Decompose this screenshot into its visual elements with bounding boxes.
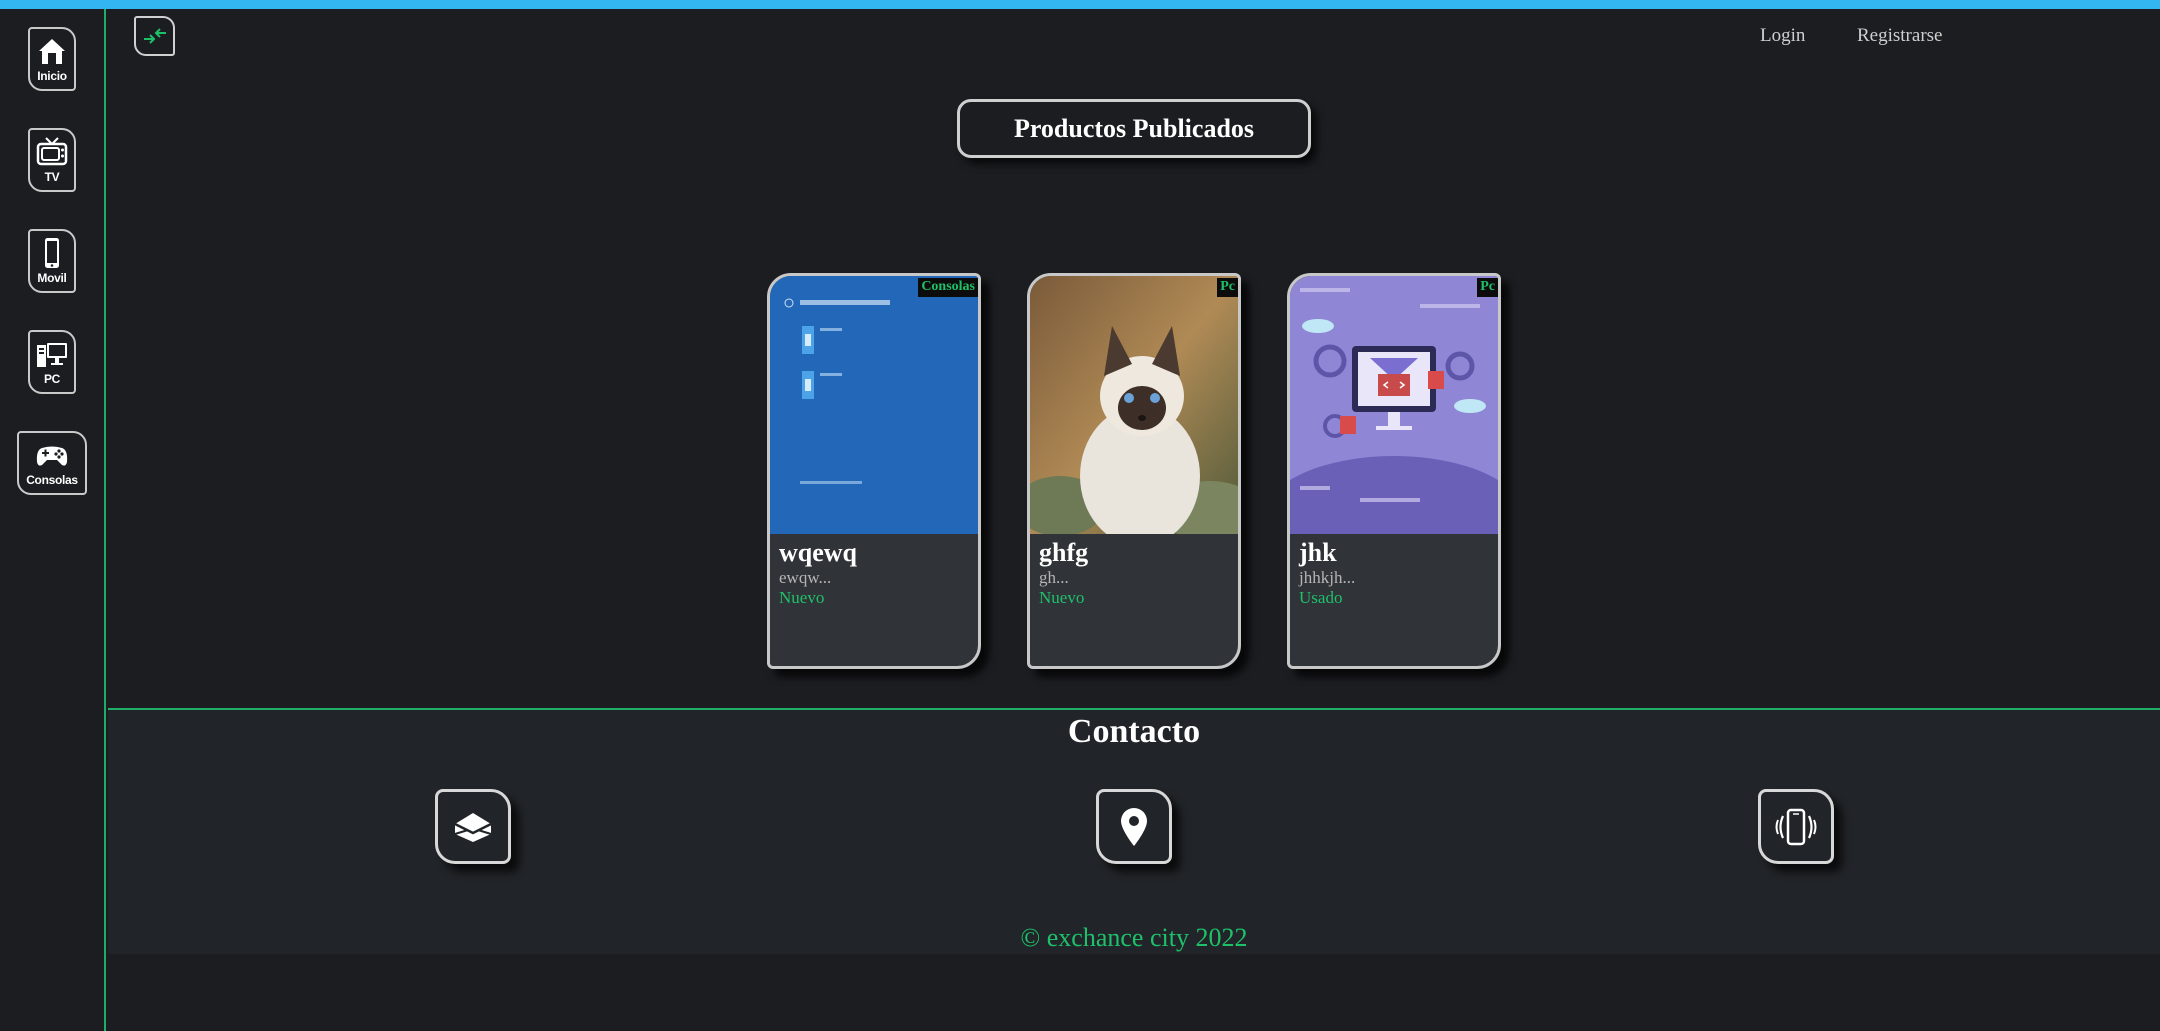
location-pin-icon	[1121, 807, 1147, 846]
tv-icon	[36, 137, 68, 166]
sidebar-item-label: PC	[43, 372, 61, 386]
product-name: wqewq	[779, 538, 858, 567]
product-condition: Usado	[1299, 588, 1343, 607]
mobile-icon	[45, 238, 59, 268]
collapse-arrows-icon	[143, 28, 166, 44]
product-name: jhk	[1299, 538, 1337, 567]
gamepad-icon	[36, 446, 68, 466]
sidebar-item-movil[interactable]: Movil	[28, 229, 76, 293]
register-link[interactable]: Registrarse	[1857, 25, 1942, 47]
phone-vibrate-icon	[1775, 808, 1817, 845]
copyright-text: © exchance city 2022	[1020, 923, 1248, 952]
product-card[interactable]: Consolas wqewq ewqw... Nuevo	[767, 273, 981, 669]
product-description: ewqw...	[779, 568, 832, 587]
category-badge: Pc	[1477, 278, 1498, 297]
sidebar-item-label: Inicio	[37, 69, 67, 83]
sidebar-item-label: Movil	[37, 271, 67, 285]
contact-title: Contacto	[1067, 713, 1201, 750]
pc-icon	[37, 343, 67, 367]
product-image	[1030, 276, 1238, 534]
sidebar-item-inicio[interactable]: Inicio	[28, 27, 76, 91]
product-image	[1290, 276, 1498, 534]
sidebar-item-label: TV	[44, 170, 60, 184]
category-badge: Consolas	[918, 278, 978, 297]
product-name: ghfg	[1039, 538, 1089, 567]
contact-footer: Contacto © exchance city 2022	[108, 708, 2160, 954]
sidebar-toggle-button[interactable]	[134, 16, 175, 56]
product-image	[770, 276, 978, 534]
sidebar-item-pc[interactable]: PC	[28, 330, 76, 394]
product-description: jhhkjh...	[1299, 568, 1356, 587]
product-card[interactable]: Pc ghfg gh... Nuevo	[1027, 273, 1241, 669]
page-title: Productos Publicados	[957, 99, 1311, 158]
product-condition: Nuevo	[1039, 588, 1085, 607]
sidebar-item-label: Consolas	[26, 473, 78, 487]
top-accent-bar	[0, 0, 2160, 9]
sidebar-item-consolas[interactable]: Consolas	[17, 431, 87, 495]
sidebar: Inicio TV Movil PC Consolas	[0, 9, 106, 1031]
login-link[interactable]: Login	[1760, 25, 1805, 47]
email-contact-button[interactable]	[435, 789, 511, 864]
product-description: gh...	[1039, 568, 1069, 587]
category-badge: Pc	[1217, 278, 1238, 297]
home-icon	[39, 39, 65, 64]
sidebar-item-tv[interactable]: TV	[28, 128, 76, 192]
product-condition: Nuevo	[779, 588, 825, 607]
location-contact-button[interactable]	[1096, 789, 1172, 864]
phone-contact-button[interactable]	[1758, 789, 1834, 864]
mail-icon	[454, 812, 492, 842]
product-card[interactable]: Pc jhk jhhkjh... Usado	[1287, 273, 1501, 669]
